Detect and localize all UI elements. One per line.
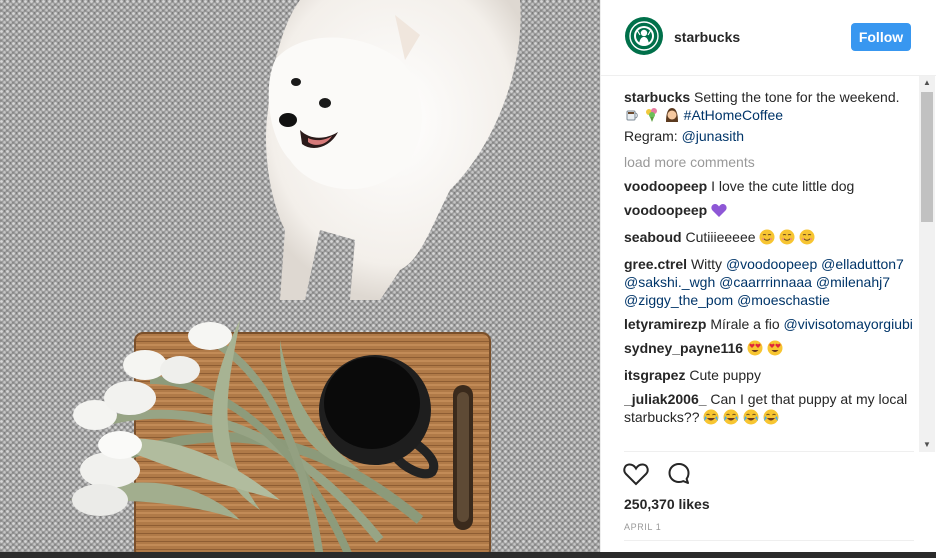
comment-mention[interactable]: @caarrrinnaaa — [719, 274, 812, 290]
comment-username[interactable]: sydney_payne116 — [624, 340, 743, 356]
heart-eyes-emoji-icon — [747, 340, 763, 360]
caption-text: Setting the tone for the weekend. — [694, 89, 900, 105]
comment-username[interactable]: _juliak2006_ — [624, 391, 707, 407]
comment-mention[interactable]: @elladutton7 — [821, 256, 904, 272]
comment-mention[interactable]: @vivisotomayorgiubi — [784, 316, 913, 332]
comment-mention[interactable]: @moeschastie — [737, 292, 830, 308]
comment-text: Mírale a fio — [710, 316, 780, 332]
comment-mention[interactable]: @ziggy_the_pom — [624, 292, 733, 308]
smiling-face-emoji-icon — [759, 229, 775, 249]
smiling-face-emoji-icon — [799, 229, 815, 249]
heart-icon[interactable] — [623, 462, 649, 491]
comments-list: starbucks Setting the tone for the weeke… — [624, 88, 916, 450]
comment: sydney_payne116 — [624, 339, 916, 360]
comment: voodoopeep — [624, 201, 916, 222]
follow-button[interactable]: Follow — [851, 23, 911, 51]
post-side-panel: starbucks Follow starbucks Setting the t… — [600, 0, 936, 558]
post-photo — [0, 0, 600, 558]
tears-of-joy-emoji-icon — [703, 409, 719, 429]
bouquet-emoji-icon — [644, 107, 660, 127]
post-username[interactable]: starbucks — [674, 29, 740, 45]
comment-text: Cutiiieeeee — [685, 229, 756, 245]
comment-username[interactable]: voodoopeep — [624, 178, 707, 194]
post-header: starbucks Follow — [601, 0, 936, 76]
scroll-down-arrow-icon[interactable]: ▼ — [919, 438, 935, 452]
starbucks-logo-avatar[interactable] — [625, 17, 663, 55]
comment-text: Witty — [690, 256, 723, 272]
divider — [624, 451, 914, 452]
comment: itsgrapez Cute puppy — [624, 366, 916, 384]
caption-hashtag[interactable]: #AtHomeCoffee — [684, 107, 783, 123]
comment: voodoopeep I love the cute little dog — [624, 177, 916, 195]
regram-mention[interactable]: @junasith — [682, 128, 744, 144]
coffee-cup-emoji-icon — [624, 107, 640, 127]
divider — [624, 540, 914, 541]
smiling-face-emoji-icon — [779, 229, 795, 249]
comment-username[interactable]: itsgrapez — [624, 367, 685, 383]
like-count[interactable]: 250,370 likes — [624, 496, 710, 512]
comment: _juliak2006_ Can I get that puppy at my … — [624, 390, 916, 429]
comment: gree.ctrel Witty @voodoopeep @elladutton… — [624, 255, 916, 309]
heart-eyes-emoji-icon — [767, 340, 783, 360]
comment-mention[interactable]: @voodoopeep — [726, 256, 817, 272]
comment-mention[interactable]: @sakshi._wgh — [624, 274, 715, 290]
comment-text: I love the cute little dog — [711, 178, 855, 194]
woman-emoji-icon — [664, 107, 680, 127]
comments-scrollbar[interactable]: ▲ ▼ — [919, 76, 935, 452]
tears-of-joy-emoji-icon — [763, 409, 779, 429]
caption: starbucks Setting the tone for the weeke… — [624, 88, 916, 145]
comment-icon[interactable] — [667, 462, 691, 491]
comment-username[interactable]: voodoopeep — [624, 202, 707, 218]
post-actions — [623, 462, 705, 488]
comment-username[interactable]: letyramirezp — [624, 316, 706, 332]
purple-heart-emoji-icon — [711, 203, 727, 222]
scroll-up-arrow-icon[interactable]: ▲ — [919, 76, 935, 90]
scrollbar-thumb[interactable] — [921, 92, 933, 222]
comment: letyramirezp Mírale a fio @vivisotomayor… — [624, 315, 916, 333]
comment-username[interactable]: seaboud — [624, 229, 682, 245]
regram-label: Regram: — [624, 128, 678, 144]
post-date[interactable]: APRIL 1 — [624, 522, 661, 532]
comment-mention[interactable]: @milenahj7 — [816, 274, 890, 290]
load-more-comments-link[interactable]: load more comments — [624, 153, 916, 171]
comment-username[interactable]: gree.ctrel — [624, 256, 687, 272]
tears-of-joy-emoji-icon — [743, 409, 759, 429]
bottom-edge — [0, 552, 936, 558]
caption-username[interactable]: starbucks — [624, 89, 690, 105]
tears-of-joy-emoji-icon — [723, 409, 739, 429]
comment: seaboud Cutiiieeeee — [624, 228, 916, 249]
comment-text: Cute puppy — [689, 367, 761, 383]
